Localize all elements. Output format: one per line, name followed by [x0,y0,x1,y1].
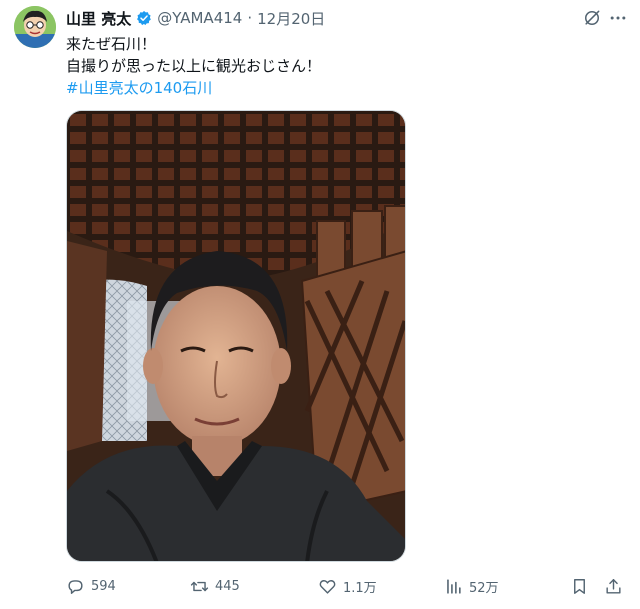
grok-icon[interactable] [582,8,602,28]
hashtag-link[interactable]: #山里亮太の140石川 [66,77,321,99]
bookmark-button[interactable] [570,577,589,596]
avatar-illustration [14,6,56,48]
like-count: 1.1万 [343,580,377,596]
verified-badge-icon [137,11,152,26]
more-options-icon[interactable] [608,8,628,28]
repost-button[interactable]: 445 [190,577,240,596]
action-bar: 594 445 1.1万 52万 [66,574,632,598]
post-date[interactable]: 12月20日 [257,8,325,29]
bookmark-icon [574,578,585,594]
share-icon [606,578,621,594]
post-line-2: 自撮りが思った以上に観光おじさん！ [66,57,322,75]
reply-icon [68,579,83,594]
selfie-image [67,111,405,561]
avatar[interactable] [14,6,56,48]
like-button[interactable]: 1.1万 [318,577,377,596]
reply-button[interactable]: 594 [66,577,116,596]
heart-icon [319,579,336,594]
views-count: 52万 [469,580,499,596]
post-photo[interactable] [66,110,406,562]
repost-icon [190,581,209,591]
author-name[interactable]: 山里 亮太 [66,8,131,29]
repost-count: 445 [215,578,240,594]
author-handle[interactable]: @YAMA414 [157,9,242,27]
post-text: 来たぜ石川！ 自撮りが思った以上に観光おじさん！ #山里亮太の140石川 [66,33,321,99]
reply-count: 594 [91,578,116,594]
post-line-1: 来たぜ石川！ [66,35,157,53]
views-button[interactable]: 52万 [444,577,499,596]
post-header: 山里 亮太 @YAMA414 · 12月20日 [66,8,325,28]
separator-dot: · [247,9,253,27]
share-button[interactable] [604,577,623,596]
views-chart-icon [447,578,461,594]
